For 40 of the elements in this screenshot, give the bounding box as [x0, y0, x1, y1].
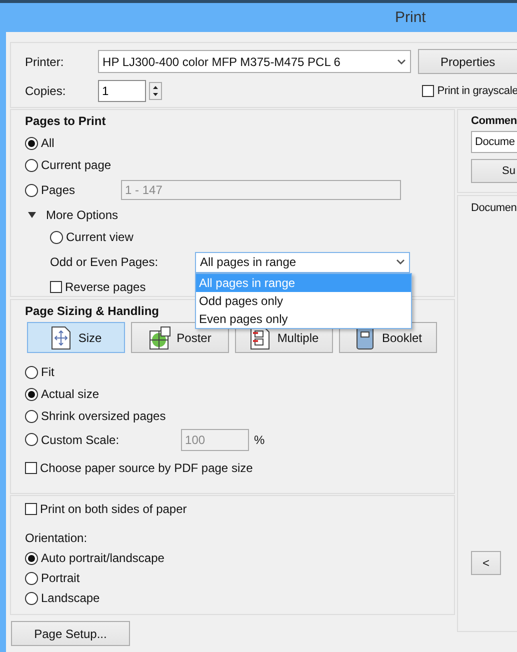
more-options-toggle[interactable]: More Options: [25, 204, 440, 226]
radio-button[interactable]: Current page: [25, 158, 112, 172]
spin-buttons[interactable]: [149, 82, 162, 100]
page-arrows-icon: [50, 326, 72, 350]
odd-even-dropdown[interactable]: All pages in range: [195, 252, 410, 272]
printer-dropdown[interactable]: HP LJ300-400 color MFP M375-M475 PCL 6: [98, 50, 411, 73]
summarize-button[interactable]: Su: [471, 159, 517, 183]
copies-field[interactable]: 1: [98, 80, 146, 102]
radio-button[interactable]: Auto portrait/landscape: [25, 551, 164, 565]
chevron-icon: [396, 259, 405, 265]
copies-label: Copies:: [25, 84, 67, 98]
section-title: Commen: [471, 115, 517, 127]
reverse-pages-checkbox[interactable]: Reverse pages: [50, 280, 146, 294]
radio-button[interactable]: Fit: [25, 365, 54, 379]
radio-button[interactable]: Landscape: [25, 591, 100, 605]
printer-label: Printer:: [25, 54, 65, 68]
window-title: Print: [395, 9, 426, 26]
previous-button[interactable]: <: [471, 551, 501, 575]
comments-dropdown[interactable]: Docume: [471, 131, 517, 153]
radio-button[interactable]: Actual size: [25, 387, 100, 401]
expand-triangle-icon: [27, 211, 37, 219]
size-mode-button[interactable]: Size: [27, 322, 125, 353]
document-label: Documen: [471, 202, 517, 214]
odd-even-label: Odd or Even Pages:: [50, 255, 160, 269]
poster-mode-button[interactable]: Poster: [131, 322, 229, 353]
chevron-icon: [396, 58, 406, 64]
paper-source-checkbox[interactable]: Choose paper source by PDF page size: [25, 461, 253, 475]
dropdown-option[interactable]: Odd pages only: [196, 292, 411, 310]
section-title: Page Sizing & Handling: [25, 304, 160, 318]
radio-button[interactable]: Shrink oversized pages: [25, 409, 166, 423]
radio-button[interactable]: Current view: [50, 230, 134, 244]
radio-button[interactable]: Portrait: [25, 571, 80, 585]
percent-label: %: [254, 432, 265, 446]
properties-button[interactable]: Properties: [418, 49, 517, 74]
duplex-checkbox[interactable]: Print on both sides of paper: [25, 502, 187, 516]
orientation-label: Orientation:: [25, 531, 88, 545]
page-setup-button[interactable]: Page Setup...: [11, 621, 130, 646]
section-title: Pages to Print: [25, 114, 107, 128]
radio-button[interactable]: All: [25, 136, 54, 150]
poster-icon: [148, 326, 171, 350]
